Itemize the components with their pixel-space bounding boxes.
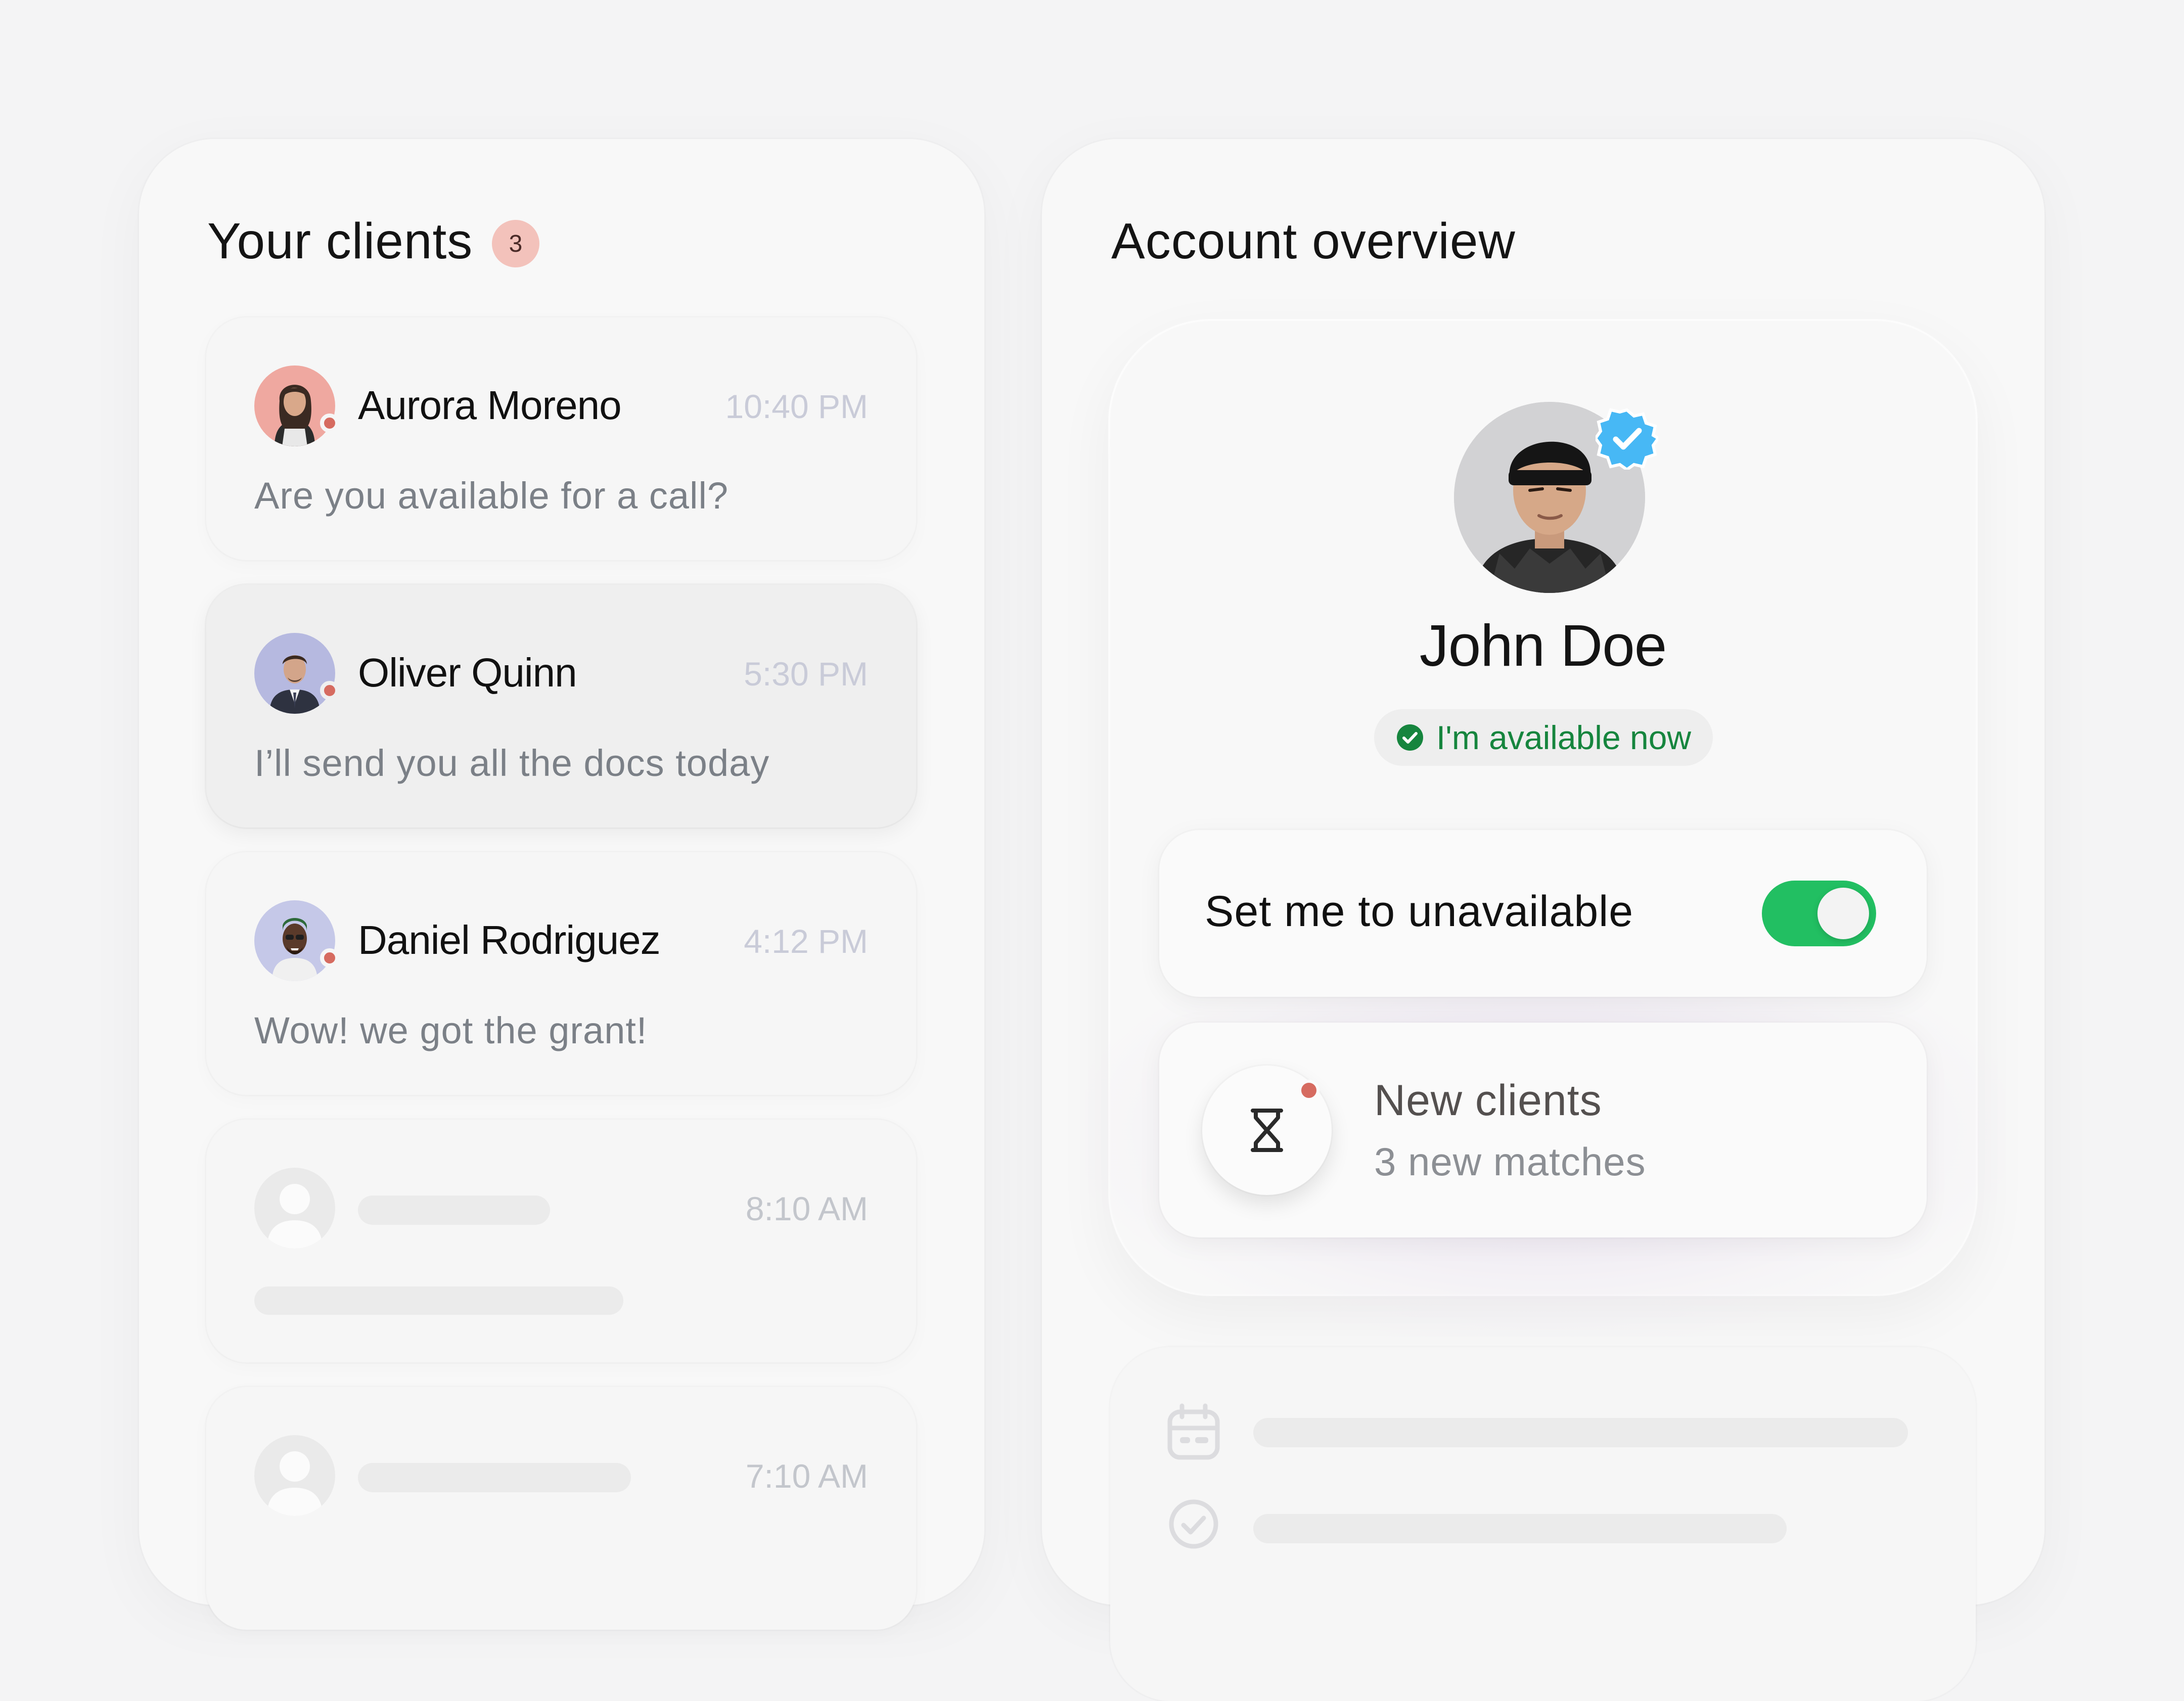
new-clients-title: New clients [1374,1076,1602,1125]
client-card-oliver-quinn[interactable]: Oliver Quinn 5:30 PM I’ll send you all t… [206,585,916,827]
message-preview: Wow! we got the grant! [254,1009,648,1051]
availability-toggle-switch[interactable] [1762,881,1876,946]
clients-count-badge: 3 [492,220,539,267]
message-preview: I’ll send you all the docs today [254,742,770,784]
client-card-placeholder: 8:10 AM [206,1120,916,1362]
availability-status-text: I'm available now [1436,719,1692,756]
toggle-knob [1817,888,1869,939]
name-placeholder-bar [358,1196,550,1225]
availability-toggle-row[interactable]: Set me to unavailable [1159,830,1927,997]
message-time: 7:10 AM [745,1457,868,1495]
message-time: 4:12 PM [744,923,868,960]
account-panel-title: Account overview [1111,213,1516,269]
message-preview: Are you available for a call? [254,475,729,517]
client-name: Daniel Rodriguez [358,917,661,962]
check-circle-icon [1396,724,1423,751]
message-placeholder-bar [254,1286,623,1315]
client-card-placeholder: 7:10 AM [206,1387,916,1630]
client-card-aurora-moreno[interactable]: Aurora Moreno 10:40 PM Are you available… [206,317,916,560]
clients-panel: Your clients Aurora Moreno 10:40 PM Are … [139,139,984,1630]
new-clients-icon-button[interactable] [1202,1066,1332,1195]
name-placeholder-bar [358,1463,631,1492]
verified-badge-icon [1596,408,1658,470]
availability-status-pill: I'm available now [1374,709,1713,766]
message-time: 8:10 AM [745,1190,868,1227]
avatar [254,633,335,714]
online-status-dot [320,681,339,700]
clients-panel-title: Your clients [207,213,473,269]
check-circle-icon [1169,1499,1218,1549]
placeholder-bar [1253,1418,1908,1447]
profile-name: John Doe [1419,613,1667,678]
new-clients-subtitle: 3 new matches [1374,1139,1646,1184]
profile-card: John Doe I'm available now Set me to una… [1085,321,2005,1337]
notification-dot [1298,1080,1320,1101]
hourglass-icon [1251,1109,1283,1152]
schedule-placeholder-card [1110,1347,1976,1701]
client-card-daniel-rodriguez[interactable]: Daniel Rodriguez 4:12 PM Wow! we got the… [206,852,916,1095]
message-time: 10:40 PM [725,388,869,425]
avatar [254,365,335,446]
user-placeholder-icon [254,1435,335,1516]
client-name: Aurora Moreno [358,383,622,428]
availability-toggle-label: Set me to unavailable [1205,887,1634,936]
client-name: Oliver Quinn [358,650,577,695]
calendar-icon [1167,1403,1220,1460]
online-status-dot [320,948,339,968]
avatar [254,900,335,981]
user-placeholder-icon [254,1168,335,1249]
message-time: 5:30 PM [744,655,868,693]
account-overview-panel: Account overview John Doe I'm available … [1042,139,2044,1701]
new-clients-row[interactable]: New clients 3 new matches [1159,1023,1927,1237]
online-status-dot [320,413,339,433]
placeholder-bar [1253,1514,1787,1543]
